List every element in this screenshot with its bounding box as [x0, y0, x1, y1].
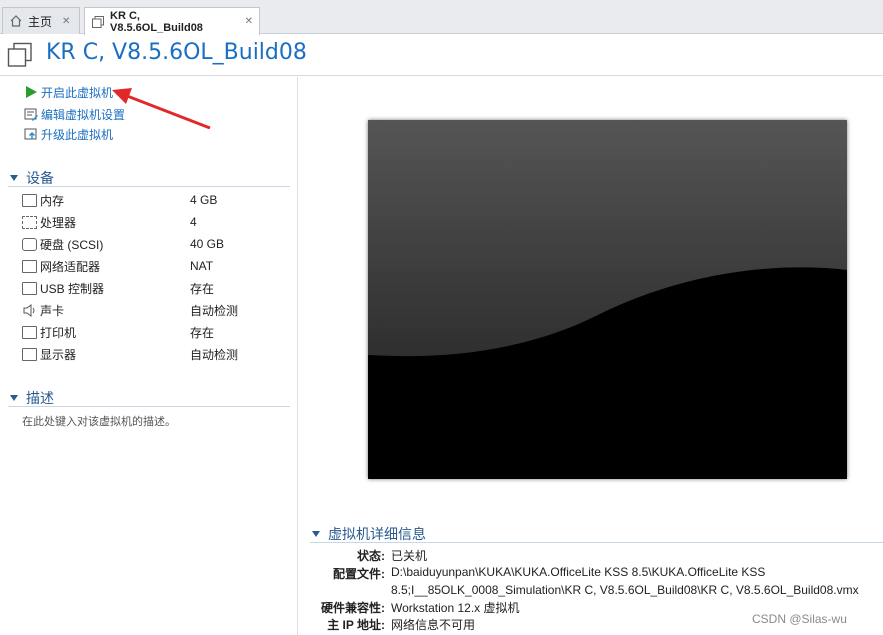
upgrade-vm-link[interactable]: 升级此虚拟机 — [24, 126, 113, 142]
device-name: 打印机 — [40, 325, 77, 340]
device-row-printer[interactable]: 打印机 存在 — [22, 322, 282, 342]
power-on-vm-link[interactable]: 开启此虚拟机 — [24, 84, 113, 100]
tab-home[interactable]: 主页 ✕ — [2, 7, 80, 34]
tab-home-label: 主页 — [28, 14, 53, 29]
device-row-memory[interactable]: 内存 4 GB — [22, 190, 282, 210]
devices-section-header[interactable]: 设备 — [8, 169, 290, 187]
device-name: 显示器 — [40, 347, 77, 362]
device-row-cpu[interactable]: 处理器 4 — [22, 212, 282, 232]
upgrade-icon — [24, 127, 38, 141]
page-title: KR C, V8.5.6OL_Build08 — [46, 40, 307, 65]
collapse-triangle-icon[interactable] — [312, 530, 320, 537]
device-value: 存在 — [190, 281, 215, 296]
description-placeholder[interactable]: 在此处键入对该虚拟机的描述。 — [22, 413, 176, 429]
device-name: USB 控制器 — [40, 281, 105, 296]
left-panel: 开启此虚拟机 编辑虚拟机设置 升级此虚拟机 设备 内存 4 GB 处理器 4 硬… — [0, 77, 298, 635]
device-name: 网络适配器 — [40, 259, 101, 274]
usb-icon — [22, 281, 37, 295]
vm-icon — [91, 15, 105, 29]
tab-bar: 主页 ✕ KR C, V8.5.6OL_Build08 ✕ — [0, 0, 883, 35]
sound-icon — [22, 303, 37, 317]
device-row-sound[interactable]: 声卡 自动检测 — [22, 300, 282, 320]
harddisk-icon — [22, 237, 37, 251]
vm-icon — [7, 42, 33, 68]
details-section-header[interactable]: 虚拟机详细信息 — [310, 525, 883, 543]
device-row-display[interactable]: 显示器 自动检测 — [22, 344, 282, 364]
detail-label: 配置文件: — [333, 567, 385, 581]
description-section-header[interactable]: 描述 — [8, 389, 290, 407]
device-value: 存在 — [190, 325, 215, 340]
printer-icon — [22, 325, 37, 339]
display-icon — [22, 347, 37, 361]
device-row-harddisk[interactable]: 硬盘 (SCSI) 40 GB — [22, 234, 282, 254]
home-icon — [9, 14, 23, 28]
edit-settings-icon — [24, 107, 38, 121]
device-value: NAT — [190, 259, 214, 273]
device-name: 硬盘 (SCSI) — [40, 237, 104, 252]
detail-label: 状态: — [357, 549, 385, 563]
device-value: 自动检测 — [190, 303, 239, 318]
detail-value: D:\baiduyunpan\KUKA\KUKA.OfficeLite KSS … — [391, 565, 766, 579]
play-icon — [24, 85, 38, 99]
device-row-usb[interactable]: USB 控制器 存在 — [22, 278, 282, 298]
device-name: 声卡 — [40, 303, 65, 318]
watermark: CSDN @Silas-wu — [752, 612, 847, 626]
device-value: 40 GB — [190, 237, 225, 251]
detail-label: 硬件兼容性: — [321, 601, 385, 615]
detail-value: 已关机 — [391, 549, 428, 563]
device-value: 4 — [190, 215, 197, 229]
vm-preview-thumbnail[interactable] — [368, 120, 847, 479]
details-section-title: 虚拟机详细信息 — [328, 525, 426, 542]
devices-section-title: 设备 — [26, 169, 54, 186]
power-on-vm-label: 开启此虚拟机 — [41, 85, 114, 100]
device-name: 处理器 — [40, 215, 77, 230]
device-value: 自动检测 — [190, 347, 239, 362]
close-icon[interactable]: ✕ — [245, 16, 253, 27]
collapse-triangle-icon[interactable] — [10, 394, 18, 401]
tab-vm-label: KR C, V8.5.6OL_Build08 — [110, 9, 203, 34]
collapse-triangle-icon[interactable] — [10, 174, 18, 181]
vm-header: KR C, V8.5.6OL_Build08 — [0, 34, 883, 76]
tab-vm[interactable]: KR C, V8.5.6OL_Build08 ✕ — [84, 7, 260, 35]
device-value: 4 GB — [190, 193, 218, 207]
detail-value: Workstation 12.x 虚拟机 — [391, 601, 520, 615]
device-row-network[interactable]: 网络适配器 NAT — [22, 256, 282, 276]
network-icon — [22, 259, 37, 273]
description-section-title: 描述 — [26, 389, 54, 406]
close-icon[interactable]: ✕ — [62, 16, 70, 27]
detail-value: 网络信息不可用 — [391, 618, 476, 632]
device-name: 内存 — [40, 193, 65, 208]
detail-label: 主 IP 地址: — [327, 618, 385, 632]
detail-value: 8.5;I__85OLK_0008_Simulation\KR C, V8.5.… — [391, 583, 859, 597]
memory-icon — [22, 193, 37, 207]
annotation-arrow-icon — [112, 88, 211, 130]
cpu-icon — [22, 215, 37, 229]
upgrade-vm-label: 升级此虚拟机 — [41, 127, 114, 142]
